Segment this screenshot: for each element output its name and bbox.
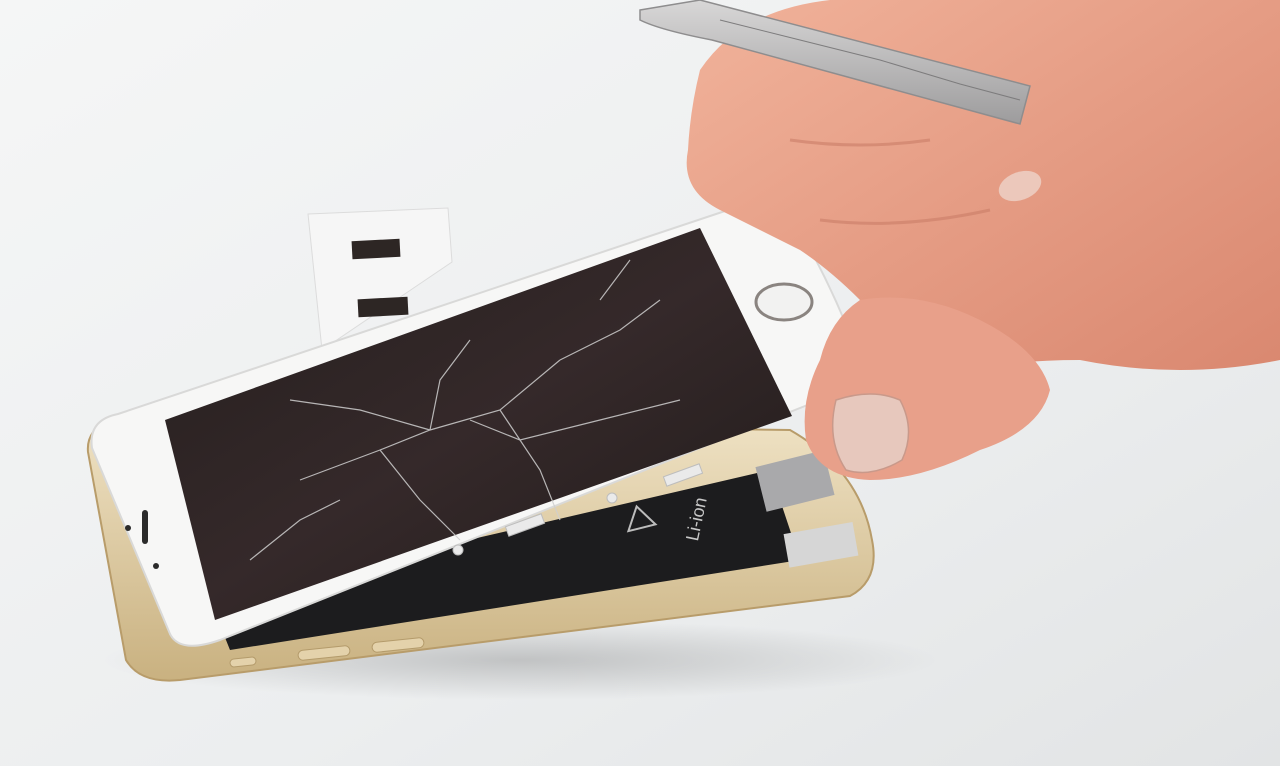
photo-scene: Li-ion [0, 0, 1280, 766]
home-button [754, 282, 814, 322]
tape-strip-top [351, 238, 401, 260]
front-camera [125, 525, 131, 531]
earpiece [142, 510, 148, 544]
proximity-sensor [153, 563, 159, 569]
thumbnail [831, 393, 910, 474]
tape-strip-bottom [357, 296, 409, 318]
